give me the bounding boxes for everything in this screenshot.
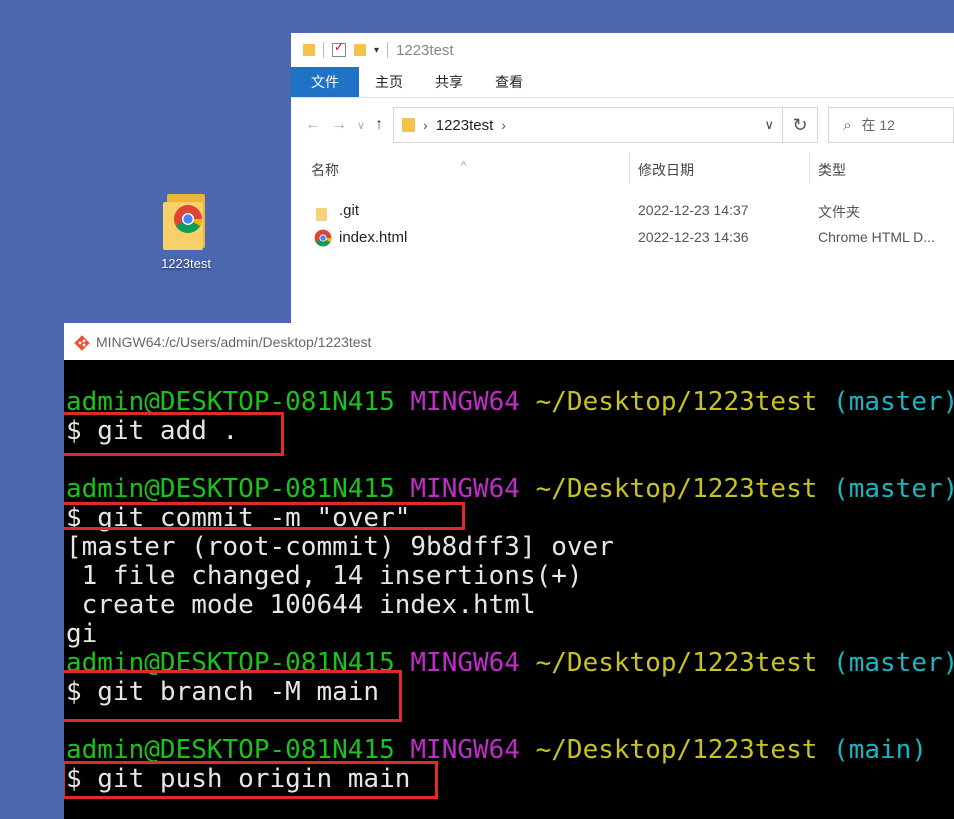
refresh-button[interactable]: ↻ (782, 107, 819, 143)
tab-view[interactable]: 查看 (479, 67, 539, 97)
file-type: 文件夹 (818, 204, 860, 220)
quick-access-dropdown-icon[interactable]: ▾ (374, 45, 379, 56)
tab-share[interactable]: 共享 (419, 67, 479, 97)
highlight-box (64, 761, 438, 799)
file-row[interactable]: index.html 2022-12-23 14:36 Chrome HTML … (291, 225, 954, 252)
address-bar[interactable]: › 1223test › ∨ (393, 107, 784, 143)
column-type[interactable]: 类型 (818, 160, 846, 180)
recent-dropdown-icon[interactable]: ∨ (357, 119, 365, 132)
column-date[interactable]: 修改日期 (638, 160, 694, 180)
properties-icon[interactable] (332, 40, 346, 57)
file-name: index.html (339, 229, 408, 246)
chrome-icon (314, 229, 332, 251)
git-icon (74, 334, 90, 351)
new-folder-icon[interactable] (354, 44, 366, 56)
desktop-icon-label: 1223test (161, 256, 211, 271)
file-date: 2022-12-23 14:36 (638, 229, 749, 245)
output-line: [master (root-commit) 9b8dff3] over (66, 532, 614, 562)
tab-file[interactable]: 文件 (291, 67, 359, 97)
terminal-title: MINGW64:/c/Users/admin/Desktop/1223test (96, 333, 372, 350)
desktop-folder-1223test[interactable]: 1223test (148, 190, 224, 271)
column-name[interactable]: 名称 (311, 160, 339, 180)
highlight-box (64, 412, 284, 456)
prompt-line: admin@DESKTOP-081N415 MINGW64 ~/Desktop/… (66, 474, 954, 504)
terminal-titlebar: MINGW64:/c/Users/admin/Desktop/1223test (64, 323, 954, 360)
tab-home[interactable]: 主页 (359, 67, 419, 97)
output-line: gi (66, 619, 98, 649)
highlight-box (64, 502, 465, 530)
sort-ascending-icon: ^ (461, 160, 467, 172)
search-icon: ⌕ (843, 116, 852, 134)
breadcrumb-chevron-icon[interactable]: › (423, 117, 428, 133)
address-row: ← → ∨ ↑ › 1223test › ∨ ↻ ⌕ 在 12 (291, 98, 954, 152)
highlight-box (64, 670, 402, 722)
search-placeholder: 在 12 (861, 117, 895, 133)
address-dropdown-icon[interactable]: ∨ (765, 117, 775, 133)
git-bash-window: MINGW64:/c/Users/admin/Desktop/1223test … (64, 323, 954, 819)
explorer-titlebar: ▾ 1223test (291, 33, 954, 67)
folder-icon (402, 118, 416, 132)
file-type: Chrome HTML D... (818, 229, 935, 245)
folder-icon (303, 44, 315, 56)
output-line: create mode 100644 index.html (66, 590, 536, 620)
breadcrumb-chevron-icon[interactable]: › (501, 117, 506, 133)
file-date: 2022-12-23 14:37 (638, 202, 749, 218)
back-arrow-icon[interactable]: ← (305, 116, 321, 134)
file-explorer-window: ▾ 1223test 文件 主页 共享 查看 ← → ∨ ↑ › 1223tes… (291, 33, 954, 333)
ribbon-tabs: 文件 主页 共享 查看 (291, 67, 954, 98)
window-title: 1223test (396, 41, 454, 59)
file-row[interactable]: .git 2022-12-23 14:37 文件夹 (291, 198, 954, 225)
forward-arrow-icon[interactable]: → (331, 116, 347, 134)
terminal-body[interactable]: admin@DESKTOP-081N415 MINGW64 ~/Desktop/… (64, 360, 954, 819)
breadcrumb-item[interactable]: 1223test (436, 117, 494, 134)
column-headers: ^ 名称 修改日期 类型 (291, 152, 954, 188)
search-box[interactable]: ⌕ 在 12 (828, 107, 954, 143)
folder-chrome-icon (163, 190, 209, 250)
file-name: .git (339, 202, 360, 219)
up-arrow-icon[interactable]: ↑ (375, 116, 383, 134)
output-line: 1 file changed, 14 insertions(+) (66, 561, 583, 591)
